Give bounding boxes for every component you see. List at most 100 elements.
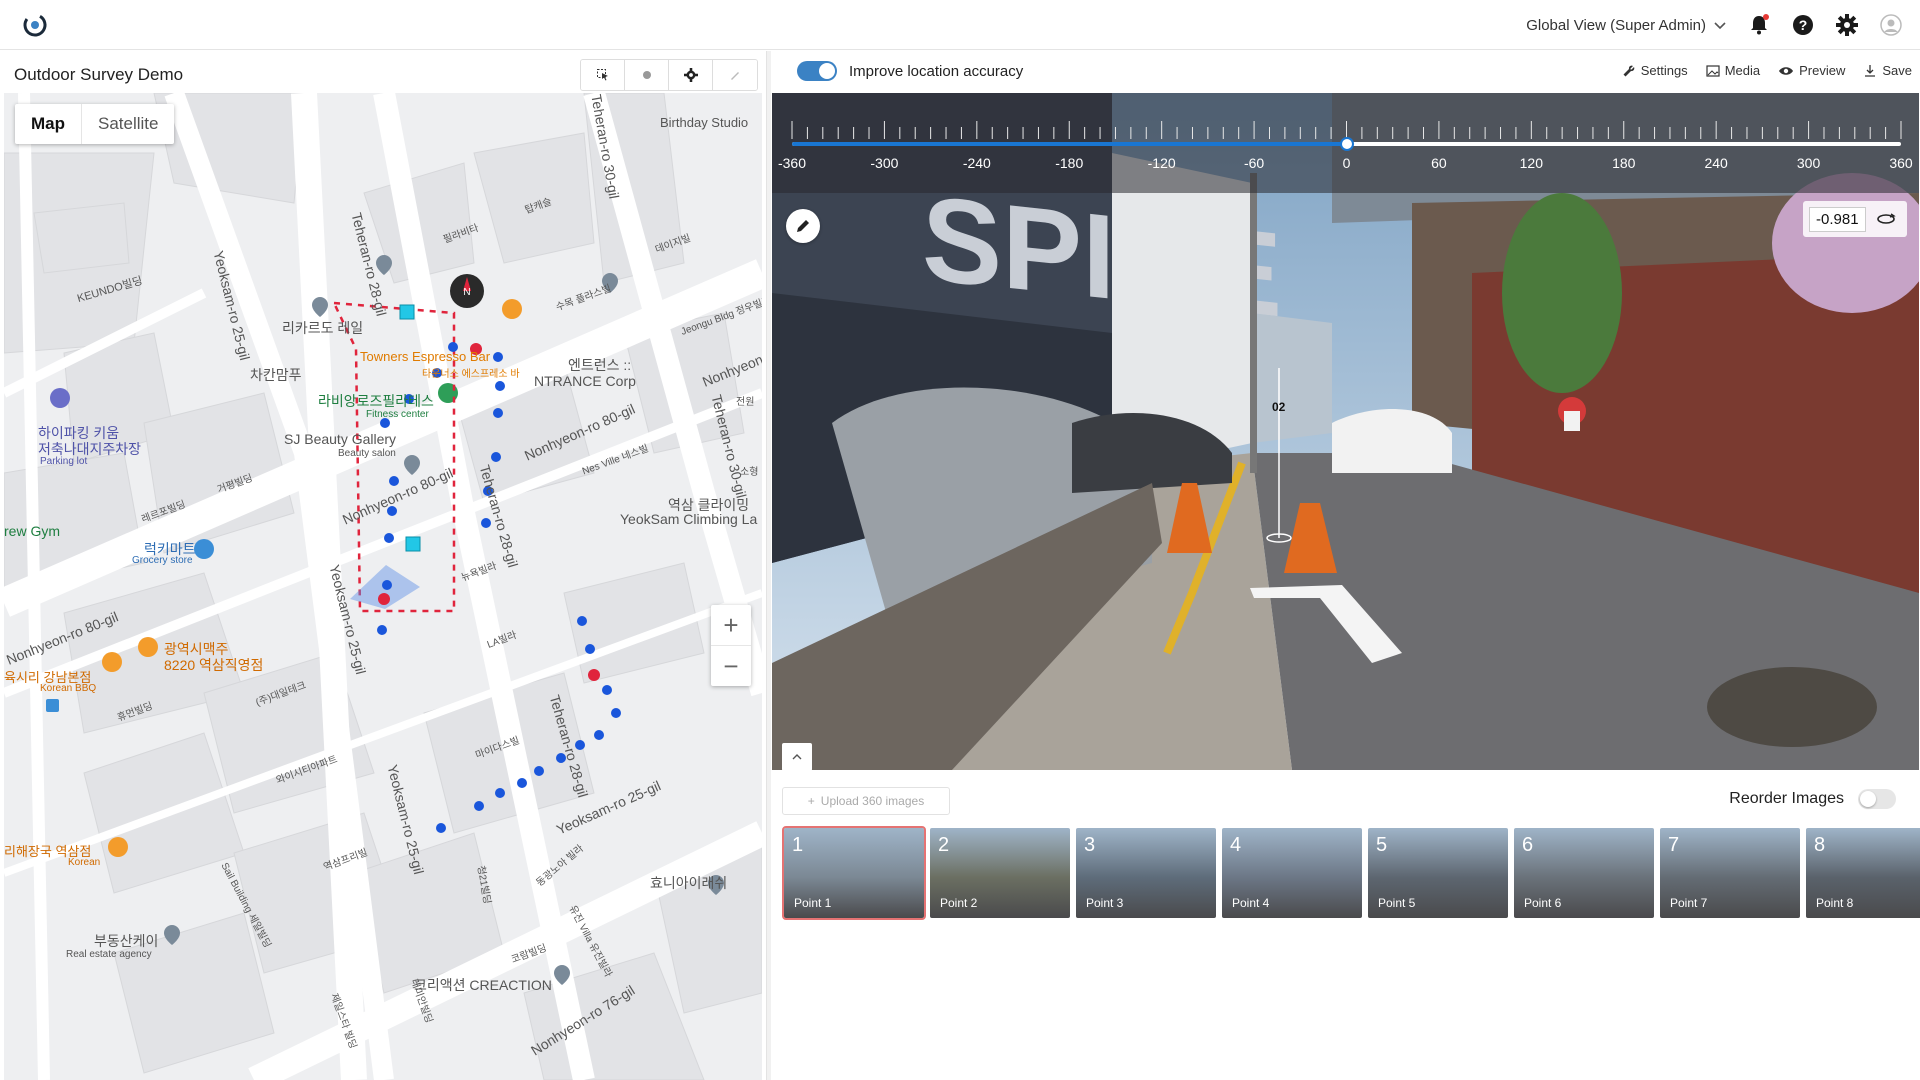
map-type-control: Map Satellite (15, 104, 175, 144)
thumbnail-label: Point 3 (1086, 896, 1124, 910)
zoom-out-button[interactable]: − (711, 646, 751, 686)
place-label: Korean BBQ (40, 683, 97, 694)
zoom-in-button[interactable]: + (711, 605, 751, 645)
thumbnail-number: 4 (1230, 834, 1242, 856)
gear-icon[interactable] (1836, 14, 1858, 36)
thumbnail-label: Point 8 (1816, 896, 1854, 910)
thumbnail-number: 2 (938, 834, 950, 856)
thumbnail-item[interactable]: 7 Point 7 (1660, 828, 1800, 918)
place-label: Beauty salon (338, 448, 396, 459)
thumbnail-label: Point 1 (794, 896, 832, 910)
slider-tick-label: 180 (1612, 155, 1636, 171)
slider-tick-label: 300 (1796, 155, 1821, 171)
media-label: Media (1724, 63, 1761, 78)
chevron-down-icon (1714, 17, 1726, 34)
thumbnail-item[interactable]: 8 Point 8 (1806, 828, 1920, 918)
chevron-up-icon (792, 754, 802, 760)
media-button[interactable]: Media (1706, 63, 1760, 78)
place-label: 전원 (736, 397, 755, 408)
app-logo[interactable] (22, 12, 48, 38)
place-label: Korean (68, 857, 101, 868)
slider-tick-label: -300 (870, 155, 899, 171)
map-panel: Outdoor Survey Demo N Map Satellite Tehe… (0, 51, 766, 1080)
bell-icon[interactable] (1748, 14, 1770, 36)
place-label: Fitness center (366, 409, 429, 420)
thumbnail-item[interactable]: 4 Point 4 (1222, 828, 1362, 918)
map-type-satellite[interactable]: Satellite (82, 104, 174, 144)
thumbnail-number: 5 (1376, 834, 1388, 856)
pencil-icon (797, 220, 809, 232)
notification-dot (1763, 14, 1769, 20)
upload-label: Upload 360 images (820, 794, 925, 808)
eye-icon (1779, 66, 1794, 75)
map-canvas[interactable]: N Map Satellite Teheran-ro 28-gil Tehera… (4, 93, 762, 1080)
top-bar: Global View (Super Admin) ? (0, 0, 1920, 50)
slider-tick-label: 240 (1704, 155, 1728, 171)
plus-icon: + (807, 794, 815, 808)
thumbnail-number: 8 (1814, 834, 1826, 856)
user-avatar-icon[interactable] (1880, 14, 1902, 36)
place-label: 차칸맘푸 (250, 367, 302, 383)
view-selector[interactable]: Global View (Super Admin) (1526, 17, 1726, 34)
place-label: 부동산케이 (94, 933, 159, 949)
point-tool-button[interactable] (625, 60, 669, 90)
project-title: Outdoor Survey Demo (14, 65, 184, 84)
save-button[interactable]: Save (1863, 63, 1912, 78)
map-settings-button[interactable] (669, 60, 713, 90)
image-icon (1706, 64, 1720, 77)
compass-letter: N (463, 287, 470, 298)
viewer-panel: Improve location accuracy Settings Media… (771, 51, 1920, 1080)
place-label: 라비앙로즈필라테스 (318, 393, 434, 409)
panorama-viewer[interactable]: SPIRE 02 -360 -300 -240 -180 -120 -60 0 … (772, 93, 1919, 770)
draw-tool-button[interactable] (713, 60, 757, 90)
reorder-images-row: Reorder Images (1729, 789, 1896, 809)
improve-accuracy-toggle[interactable] (797, 61, 837, 81)
improve-accuracy-label: Improve location accuracy (849, 62, 1024, 80)
collapse-button[interactable] (782, 743, 812, 770)
map-toolbar (580, 59, 758, 91)
thumbnail-label: Point 7 (1670, 896, 1708, 910)
place-label: 리카르도 레일 (282, 320, 364, 336)
thumbnail-item[interactable]: 3 Point 3 (1076, 828, 1216, 918)
place-label: Real estate agency (66, 949, 152, 960)
place-label: 소형 (740, 467, 759, 478)
help-icon[interactable]: ? (1792, 14, 1814, 36)
thumbnail-number: 3 (1084, 834, 1096, 856)
place-label: 효니아이래쉬 (650, 875, 728, 891)
reorder-toggle[interactable] (1858, 789, 1896, 809)
place-label: Grocery store (132, 555, 193, 566)
svg-text:?: ? (1799, 17, 1808, 33)
image-strip: + Upload 360 images Reorder Images 1 Poin… (771, 770, 1920, 1080)
marker-label: 02 (1272, 400, 1286, 414)
thumbnail-label: Point 6 (1524, 896, 1562, 910)
place-label: NTRANCE Corp (534, 373, 636, 389)
slider-tick-label: 60 (1431, 155, 1447, 171)
wrench-icon (1623, 65, 1635, 76)
slider-tick-label: -360 (777, 155, 807, 171)
thumbnail-number: 7 (1668, 834, 1680, 856)
improve-accuracy-row: Improve location accuracy (797, 61, 1023, 81)
viewer-actions: Settings Media Preview Save (1622, 63, 1912, 78)
heading-value[interactable]: -0.981 (1809, 206, 1866, 232)
map-type-map[interactable]: Map (15, 104, 82, 144)
select-tool-button[interactable] (581, 60, 625, 90)
rotation-slider-thumb[interactable] (1339, 137, 1354, 151)
place-label: YeokSam Climbing La (620, 511, 758, 527)
place-label: 크리액션 CREACTION (414, 977, 552, 993)
edit-brush-button[interactable] (786, 209, 820, 243)
slider-tick-label: -180 (1055, 155, 1084, 171)
place-label: Parking lot (40, 456, 88, 467)
slider-tick-label: -120 (1147, 155, 1176, 171)
upload-images-button[interactable]: + Upload 360 images (782, 787, 950, 815)
thumbnail-item[interactable]: 2 Point 2 (930, 828, 1070, 918)
settings-button[interactable]: Settings (1622, 63, 1688, 78)
thumbnail-item[interactable]: 6 Point 6 (1514, 828, 1654, 918)
thumbnail-item[interactable]: 1 Point 1 (782, 826, 926, 920)
slider-tick-label: -240 (962, 155, 991, 171)
thumbnail-item[interactable]: 5 Point 5 (1368, 828, 1508, 918)
preview-button[interactable]: Preview (1778, 63, 1845, 78)
place-label: 타운너스 에스프레소 바 (422, 369, 520, 380)
rotate-icon[interactable] (1876, 212, 1896, 226)
zoom-control: + − (711, 605, 751, 686)
thumbnail-number: 6 (1522, 834, 1534, 856)
